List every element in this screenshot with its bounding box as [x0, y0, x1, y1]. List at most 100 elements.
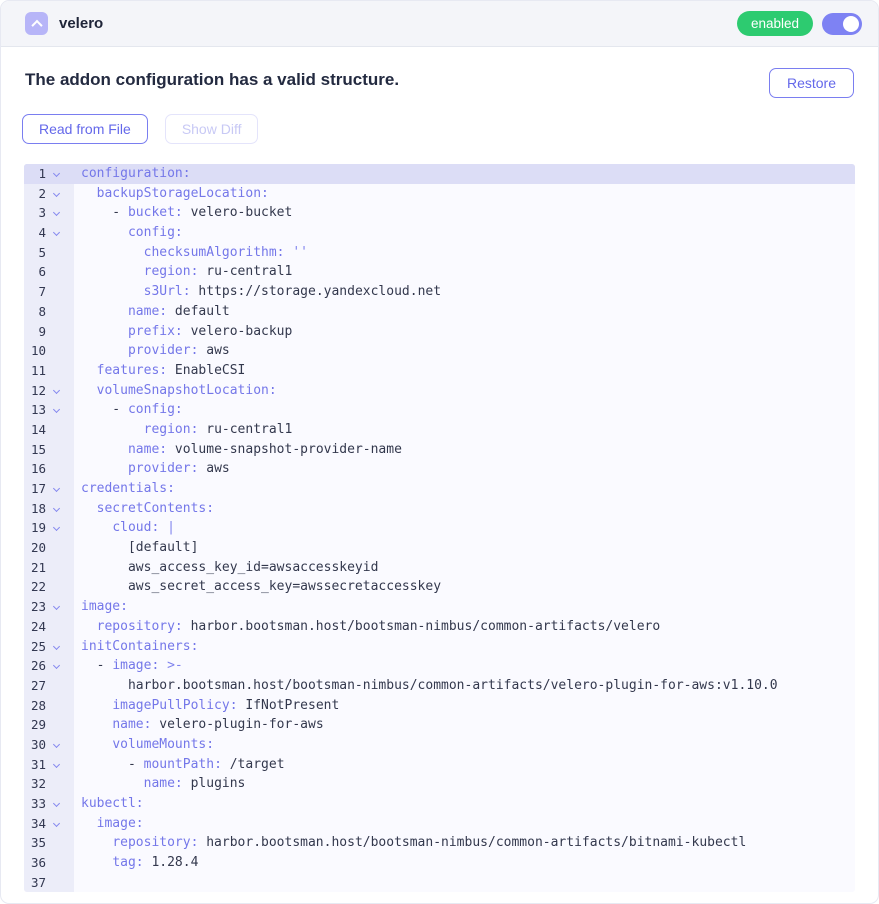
fold-chevron-icon[interactable] — [53, 662, 60, 669]
fold-cell — [46, 302, 74, 322]
code-text: [default] — [74, 538, 198, 558]
read-from-file-button[interactable]: Read from File — [22, 114, 148, 144]
editor-line[interactable]: 32 name: plugins — [24, 774, 855, 794]
fold-chevron-icon[interactable] — [53, 229, 60, 236]
editor-line[interactable]: 15 name: volume-snapshot-provider-name — [24, 440, 855, 460]
collapse-button[interactable] — [25, 12, 48, 35]
code-text: cloud: | — [74, 518, 175, 538]
show-diff-button[interactable]: Show Diff — [165, 114, 259, 144]
editor-gutter: 10 — [24, 341, 74, 361]
fold-chevron-icon[interactable] — [53, 485, 60, 492]
editor-line[interactable]: 12 volumeSnapshotLocation: — [24, 381, 855, 401]
fold-chevron-icon[interactable] — [53, 761, 60, 768]
line-number: 27 — [24, 676, 46, 696]
code-editor[interactable]: 1configuration:2 backupStorageLocation:3… — [24, 164, 855, 892]
editor-gutter: 27 — [24, 676, 74, 696]
editor-line[interactable]: 25initContainers: — [24, 637, 855, 657]
editor-line[interactable]: 5 checksumAlgorithm: '' — [24, 243, 855, 263]
editor-line[interactable]: 34 image: — [24, 814, 855, 834]
editor-line[interactable]: 13 - config: — [24, 400, 855, 420]
fold-chevron-icon[interactable] — [53, 209, 60, 216]
code-text: volumeSnapshotLocation: — [74, 381, 277, 401]
fold-chevron-icon[interactable] — [53, 820, 60, 827]
editor-line[interactable]: 37 — [24, 873, 855, 893]
editor-line[interactable]: 33kubectl: — [24, 794, 855, 814]
editor-line[interactable]: 22 aws_secret_access_key=awssecretaccess… — [24, 577, 855, 597]
editor-line[interactable]: 24 repository: harbor.bootsman.host/boot… — [24, 617, 855, 637]
editor-gutter: 9 — [24, 322, 74, 342]
fold-cell — [46, 774, 74, 794]
editor-line[interactable]: 21 aws_access_key_id=awsaccesskeyid — [24, 558, 855, 578]
code-text: - config: — [74, 400, 183, 420]
editor-line[interactable]: 29 name: velero-plugin-for-aws — [24, 715, 855, 735]
editor-line[interactable]: 30 volumeMounts: — [24, 735, 855, 755]
fold-cell — [46, 420, 74, 440]
status-row: The addon configuration has a valid stru… — [22, 68, 857, 98]
code-text: image: — [74, 814, 144, 834]
editor-line[interactable]: 23image: — [24, 597, 855, 617]
editor-gutter: 36 — [24, 853, 74, 873]
fold-chevron-icon[interactable] — [53, 387, 60, 394]
editor-line[interactable]: 10 provider: aws — [24, 341, 855, 361]
code-text: imagePullPolicy: IfNotPresent — [74, 696, 339, 716]
fold-cell — [46, 794, 74, 814]
code-text: provider: aws — [74, 459, 230, 479]
editor-line[interactable]: 17credentials: — [24, 479, 855, 499]
editor-line[interactable]: 18 secretContents: — [24, 499, 855, 519]
editor-line[interactable]: 4 config: — [24, 223, 855, 243]
editor-line[interactable]: 6 region: ru-central1 — [24, 262, 855, 282]
fold-chevron-icon[interactable] — [53, 642, 60, 649]
fold-chevron-icon[interactable] — [53, 505, 60, 512]
addon-card: velero enabled The addon configuration h… — [0, 0, 879, 904]
editor-line[interactable]: 35 repository: harbor.bootsman.host/boot… — [24, 833, 855, 853]
line-number: 12 — [24, 381, 46, 401]
fold-cell — [46, 696, 74, 716]
editor-gutter: 37 — [24, 873, 74, 893]
line-number: 19 — [24, 518, 46, 538]
fold-chevron-icon[interactable] — [53, 603, 60, 610]
fold-chevron-icon[interactable] — [53, 741, 60, 748]
code-text: provider: aws — [74, 341, 230, 361]
addon-header: velero enabled — [1, 1, 878, 47]
enable-toggle[interactable] — [822, 13, 862, 35]
editor-line[interactable]: 14 region: ru-central1 — [24, 420, 855, 440]
fold-chevron-icon[interactable] — [53, 406, 60, 413]
fold-chevron-icon[interactable] — [53, 524, 60, 531]
fold-cell — [46, 479, 74, 499]
line-number: 21 — [24, 558, 46, 578]
fold-cell — [46, 400, 74, 420]
editor-line[interactable]: 27 harbor.bootsman.host/bootsman-nimbus/… — [24, 676, 855, 696]
editor-line[interactable]: 8 name: default — [24, 302, 855, 322]
fold-chevron-icon[interactable] — [53, 170, 60, 177]
editor-line[interactable]: 19 cloud: | — [24, 518, 855, 538]
editor-gutter: 7 — [24, 282, 74, 302]
fold-cell — [46, 243, 74, 263]
code-text: prefix: velero-backup — [74, 322, 292, 342]
code-text: repository: harbor.bootsman.host/bootsma… — [74, 617, 660, 637]
editor-line[interactable]: 28 imagePullPolicy: IfNotPresent — [24, 696, 855, 716]
editor-line[interactable]: 36 tag: 1.28.4 — [24, 853, 855, 873]
fold-cell — [46, 341, 74, 361]
editor-gutter: 29 — [24, 715, 74, 735]
editor-line[interactable]: 26 - image: >- — [24, 656, 855, 676]
editor-line[interactable]: 3 - bucket: velero-bucket — [24, 203, 855, 223]
line-number: 36 — [24, 853, 46, 873]
code-text: name: volume-snapshot-provider-name — [74, 440, 402, 460]
fold-cell — [46, 262, 74, 282]
line-number: 10 — [24, 341, 46, 361]
editor-line[interactable]: 9 prefix: velero-backup — [24, 322, 855, 342]
restore-button[interactable]: Restore — [769, 68, 854, 98]
code-text: - mountPath: /target — [74, 755, 285, 775]
editor-line[interactable]: 16 provider: aws — [24, 459, 855, 479]
fold-chevron-icon[interactable] — [53, 190, 60, 197]
line-number: 4 — [24, 223, 46, 243]
editor-line[interactable]: 11 features: EnableCSI — [24, 361, 855, 381]
editor-line[interactable]: 1configuration: — [24, 164, 855, 184]
fold-chevron-icon[interactable] — [53, 800, 60, 807]
line-number: 2 — [24, 184, 46, 204]
editor-line[interactable]: 20 [default] — [24, 538, 855, 558]
editor-gutter: 24 — [24, 617, 74, 637]
editor-line[interactable]: 31 - mountPath: /target — [24, 755, 855, 775]
editor-line[interactable]: 2 backupStorageLocation: — [24, 184, 855, 204]
editor-line[interactable]: 7 s3Url: https://storage.yandexcloud.net — [24, 282, 855, 302]
